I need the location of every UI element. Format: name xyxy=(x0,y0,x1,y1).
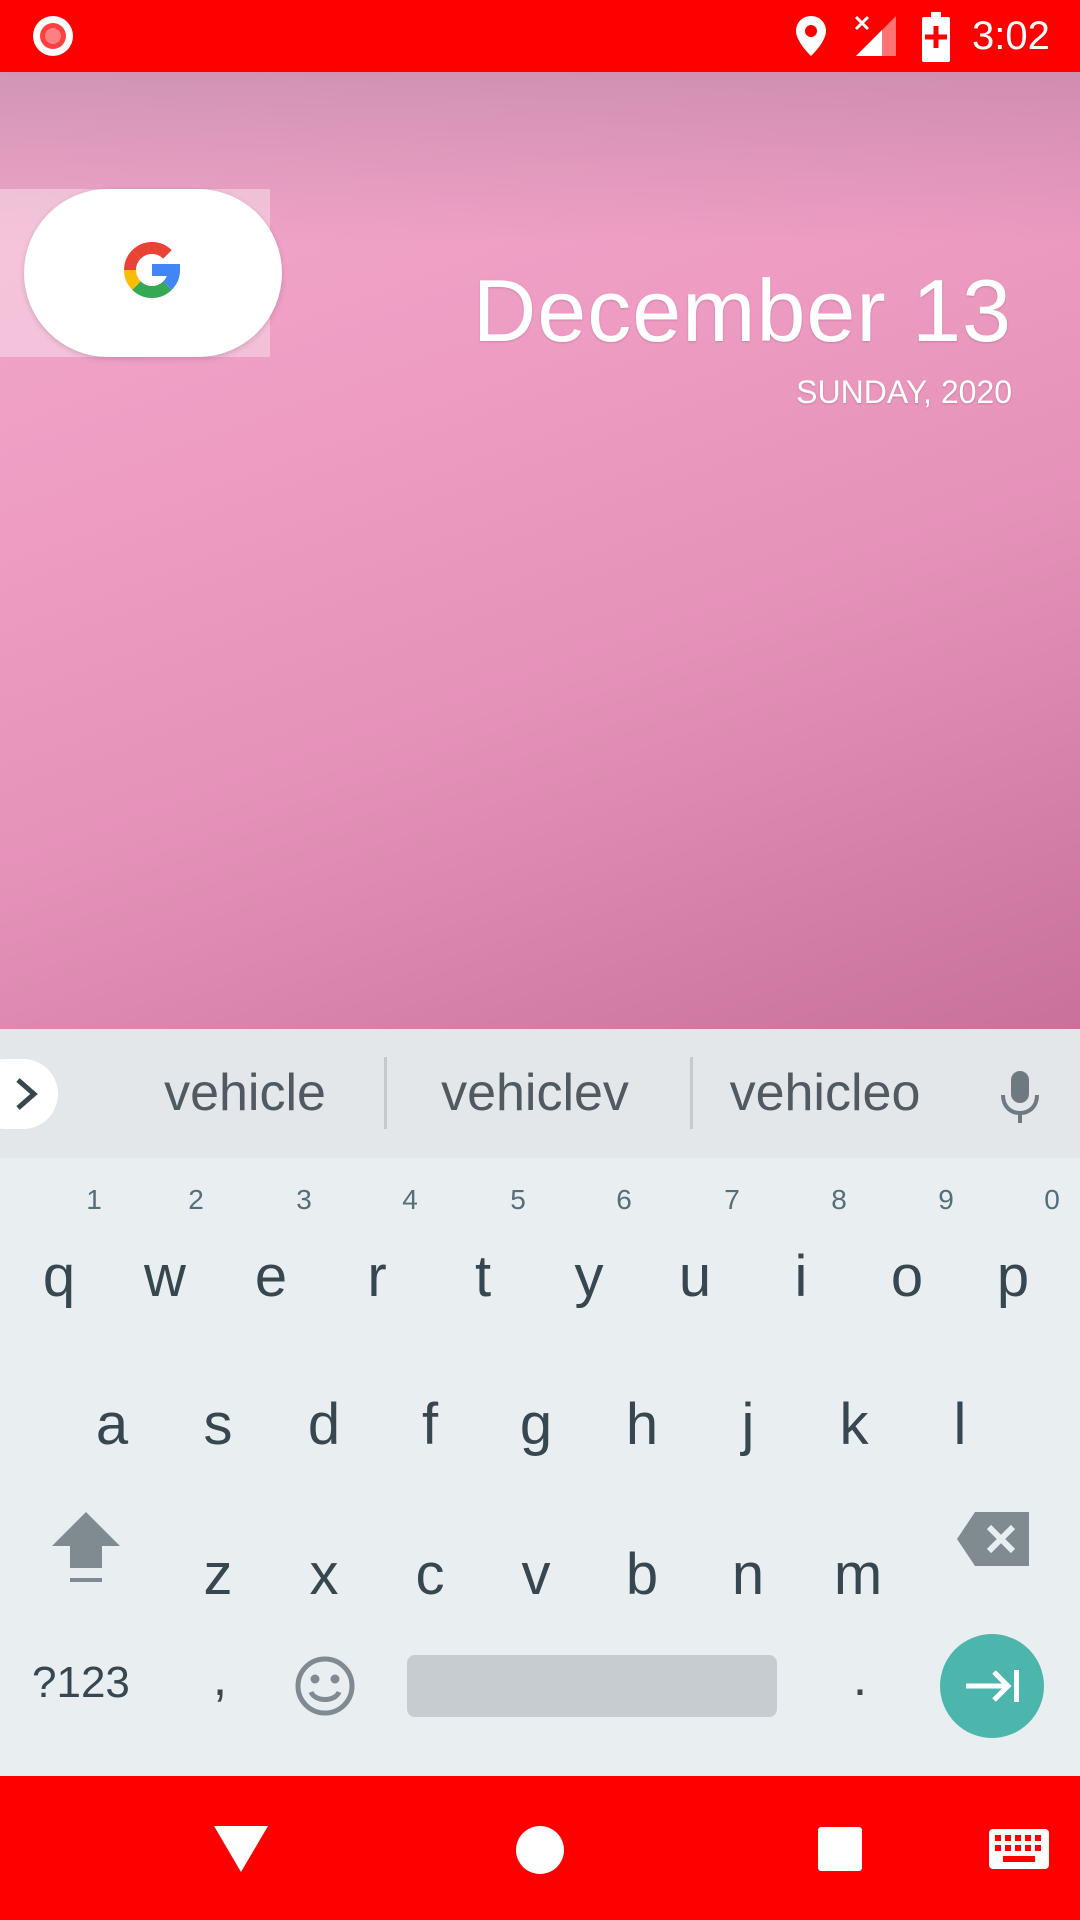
key-b[interactable]: b xyxy=(592,1540,692,1610)
status-bar: 3:02 xyxy=(0,0,1080,72)
key-x[interactable]: x xyxy=(274,1540,374,1610)
recents-icon[interactable] xyxy=(817,1826,863,1872)
key-e[interactable]: e xyxy=(221,1242,321,1312)
key-r[interactable]: r xyxy=(327,1242,427,1312)
key-q[interactable]: q xyxy=(9,1242,109,1312)
key-hint: 9 xyxy=(938,1184,954,1215)
key-u[interactable]: u xyxy=(645,1242,745,1312)
navigation-bar xyxy=(0,1776,1080,1920)
date-widget-subtitle[interactable]: SUNDAY, 2020 xyxy=(796,374,1012,411)
back-icon[interactable] xyxy=(212,1824,270,1874)
screen-record-icon xyxy=(33,16,73,56)
key-o[interactable]: o xyxy=(857,1242,957,1312)
key-a[interactable]: a xyxy=(62,1390,162,1460)
key-c[interactable]: c xyxy=(380,1540,480,1610)
suggestion-divider xyxy=(384,1057,387,1129)
key-l[interactable]: l xyxy=(910,1390,1010,1460)
signal-no-data-icon xyxy=(854,15,896,56)
key-hint: 6 xyxy=(616,1184,632,1215)
key-period[interactable]: . xyxy=(840,1648,880,1708)
key-hint: 3 xyxy=(296,1184,312,1215)
key-p[interactable]: p xyxy=(963,1242,1063,1312)
key-n[interactable]: n xyxy=(698,1540,798,1610)
key-s[interactable]: s xyxy=(168,1390,268,1460)
symbols-key[interactable]: ?123 xyxy=(32,1658,130,1708)
location-icon xyxy=(796,16,826,56)
key-comma[interactable]: , xyxy=(200,1648,240,1708)
key-hint: 4 xyxy=(402,1184,418,1215)
suggestion-3[interactable]: vehicleo xyxy=(710,1061,940,1125)
suggestion-2[interactable]: vehiclev xyxy=(420,1061,650,1125)
status-clock: 3:02 xyxy=(972,14,1050,58)
next-field-button[interactable] xyxy=(940,1634,1044,1738)
suggestion-divider xyxy=(690,1057,693,1129)
suggestion-strip: vehicle vehiclev vehicleo xyxy=(0,1029,1080,1158)
keyboard: q w e r t y u i o p 1 2 3 4 5 6 7 8 9 0 … xyxy=(0,1158,1080,1776)
home-icon[interactable] xyxy=(515,1825,565,1875)
key-hint: 2 xyxy=(188,1184,204,1215)
key-z[interactable]: z xyxy=(168,1540,268,1610)
key-hint: 8 xyxy=(831,1184,847,1215)
keyboard-expand-button[interactable] xyxy=(0,1059,58,1129)
key-j[interactable]: j xyxy=(698,1390,798,1460)
google-g-icon xyxy=(124,242,181,298)
key-y[interactable]: y xyxy=(539,1242,639,1312)
tab-next-icon xyxy=(966,1670,1019,1702)
microphone-icon[interactable] xyxy=(998,1069,1042,1125)
key-k[interactable]: k xyxy=(804,1390,904,1460)
battery-charging-icon xyxy=(922,12,950,62)
key-hint: 0 xyxy=(1044,1184,1060,1215)
chevron-right-icon xyxy=(16,1078,38,1110)
key-hint: 7 xyxy=(724,1184,740,1215)
key-hint: 5 xyxy=(510,1184,526,1215)
date-widget-title[interactable]: December 13 xyxy=(473,260,1012,362)
key-hint: 1 xyxy=(86,1184,102,1215)
space-bar[interactable] xyxy=(407,1655,777,1717)
key-f[interactable]: f xyxy=(380,1390,480,1460)
key-i[interactable]: i xyxy=(751,1242,851,1312)
backspace-icon[interactable] xyxy=(955,1510,1031,1568)
emoji-icon[interactable] xyxy=(293,1654,357,1718)
key-d[interactable]: d xyxy=(274,1390,374,1460)
key-g[interactable]: g xyxy=(486,1390,586,1460)
home-wallpaper: December 13 SUNDAY, 2020 xyxy=(0,72,1080,1029)
key-m[interactable]: m xyxy=(808,1540,908,1610)
keyboard-switch-icon[interactable] xyxy=(988,1828,1050,1870)
key-t[interactable]: t xyxy=(433,1242,533,1312)
key-h[interactable]: h xyxy=(592,1390,692,1460)
key-w[interactable]: w xyxy=(115,1242,215,1312)
suggestion-1[interactable]: vehicle xyxy=(130,1061,360,1125)
key-v[interactable]: v xyxy=(486,1540,586,1610)
shift-icon[interactable] xyxy=(48,1506,124,1586)
